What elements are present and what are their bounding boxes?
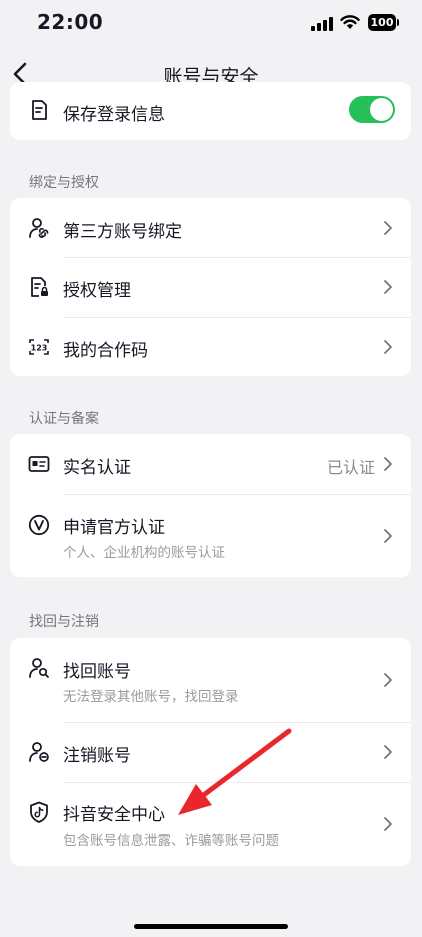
- shield-tiktok-icon: [30, 801, 48, 823]
- row-label: 注销账号: [63, 746, 131, 766]
- chevron-right-icon: [384, 221, 392, 235]
- row-third-party-binding[interactable]: 第三方账号绑定: [10, 198, 411, 257]
- row-label: 抖音安全中心: [63, 805, 165, 825]
- wifi-icon: [340, 15, 360, 29]
- row-delete-account[interactable]: 注销账号: [10, 723, 411, 782]
- chevron-right-icon: [384, 673, 392, 687]
- status-time: 22:00: [37, 10, 104, 34]
- user-search-icon: [29, 658, 49, 678]
- document-lock-icon: [31, 277, 48, 297]
- save-login-toggle[interactable]: [349, 96, 395, 123]
- save-login-label: 保存登录信息: [63, 105, 165, 125]
- row-subtitle: 个人、企业机构的账号认证: [63, 545, 225, 561]
- status-bar: 22:00 100: [0, 0, 422, 48]
- home-indicator: [134, 924, 288, 929]
- battery-icon: 100: [368, 14, 400, 31]
- row-subtitle: 包含账号信息泄露、诈骗等账号问题: [63, 833, 279, 849]
- row-subtitle: 无法登录其他账号，找回登录: [63, 689, 239, 705]
- recovery-card: 找回账号 无法登录其他账号，找回登录 注销账号 抖音安全中心 包含账号信息泄露、…: [10, 638, 411, 866]
- row-douyin-security-center[interactable]: 抖音安全中心 包含账号信息泄露、诈骗等账号问题: [10, 783, 411, 866]
- document-edit-icon: [32, 100, 47, 120]
- chevron-right-icon: [384, 817, 392, 831]
- row-label: 找回账号: [63, 662, 131, 682]
- row-label: 我的合作码: [63, 341, 148, 361]
- row-label: 申请官方认证: [63, 518, 165, 538]
- chevron-right-icon: [384, 745, 392, 759]
- code-123-icon: 123: [29, 339, 49, 355]
- row-label: 授权管理: [63, 281, 131, 301]
- signal-icon: [311, 17, 333, 31]
- row-real-name-verification[interactable]: 实名认证 已认证: [10, 434, 411, 494]
- chevron-right-icon: [384, 280, 392, 294]
- save-login-card: 保存登录信息: [10, 82, 411, 140]
- toggle-knob: [370, 98, 393, 121]
- verification-card: 实名认证 已认证 申请官方认证 个人、企业机构的账号认证: [10, 434, 411, 577]
- chevron-right-icon: [384, 340, 392, 354]
- battery-level: 100: [368, 14, 396, 31]
- chevron-right-icon: [384, 457, 392, 471]
- row-label: 实名认证: [63, 458, 131, 478]
- row-label: 第三方账号绑定: [63, 222, 182, 242]
- v-badge-icon: [28, 514, 50, 536]
- section-label-verification: 认证与备案: [29, 411, 99, 427]
- row-cooperation-code[interactable]: 123 我的合作码: [10, 318, 411, 376]
- chevron-right-icon: [384, 529, 392, 543]
- save-login-row: 保存登录信息: [10, 82, 411, 140]
- section-label-binding: 绑定与授权: [29, 175, 99, 191]
- row-authorization-management[interactable]: 授权管理: [10, 258, 411, 317]
- row-recover-account[interactable]: 找回账号 无法登录其他账号，找回登录: [10, 638, 411, 722]
- link-user-icon: [29, 218, 49, 238]
- id-card-icon: [28, 456, 50, 472]
- section-label-recovery: 找回与注销: [29, 614, 99, 630]
- user-remove-icon: [29, 742, 49, 762]
- binding-card: 第三方账号绑定 授权管理 123 我的合作码: [10, 198, 411, 376]
- verified-status: 已认证: [326, 458, 375, 477]
- row-official-verification[interactable]: 申请官方认证 个人、企业机构的账号认证: [10, 495, 411, 577]
- svg-text:123: 123: [31, 344, 48, 353]
